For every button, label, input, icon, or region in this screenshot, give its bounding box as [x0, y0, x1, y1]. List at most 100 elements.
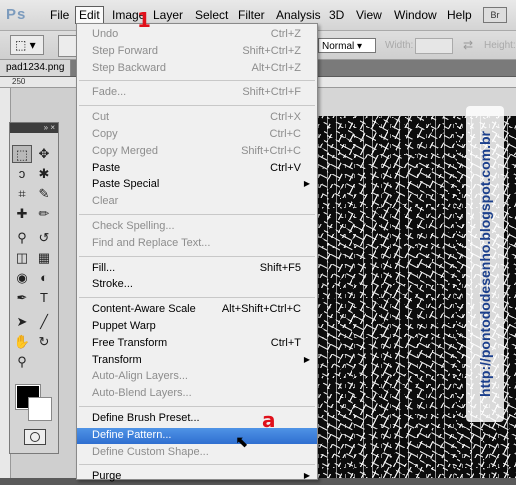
- pen-icon[interactable]: ✒: [12, 289, 32, 307]
- menu-item-copy-merged: Copy Merged Shift+Ctrl+C: [77, 144, 317, 160]
- lasso-icon[interactable]: ↄ: [12, 165, 32, 183]
- menu-item-fill[interactable]: Fill... Shift+F5: [77, 261, 317, 277]
- menu-item-shortcut: Shift+F5: [259, 261, 301, 274]
- gradient-icon[interactable]: ▦: [34, 249, 54, 267]
- menu-separator: [79, 297, 315, 299]
- quick-mask-icon[interactable]: [24, 429, 46, 445]
- menu-item-define-brush-preset[interactable]: Define Brush Preset...: [77, 411, 317, 427]
- menu-item-step-backward: Step Backward Alt+Ctrl+Z: [77, 61, 317, 77]
- menu-item-label: Fade...: [92, 86, 127, 99]
- menu-item-label: Define Brush Preset...: [92, 412, 200, 424]
- menu-item-shortcut: Alt+Ctrl+Z: [251, 61, 301, 74]
- menu-item-content-aware-scale[interactable]: Content-Aware Scale Alt+Shift+Ctrl+C: [77, 302, 317, 318]
- menu-item-label: Define Pattern...: [92, 428, 172, 441]
- blur-icon[interactable]: ◉: [12, 269, 32, 287]
- menu-item-label: Clear: [92, 195, 119, 208]
- menu-item-label: Puppet Warp: [92, 320, 156, 332]
- menu-separator: [79, 406, 315, 407]
- menu-edit[interactable]: Edit: [75, 6, 104, 24]
- menu-item-stroke[interactable]: Stroke...: [77, 277, 317, 293]
- menu-item-step-forward: Step Forward Shift+Ctrl+Z: [77, 44, 317, 60]
- menu-item-shortcut: Ctrl+X: [270, 111, 301, 124]
- menu-view[interactable]: View: [356, 8, 382, 22]
- width-field[interactable]: [415, 38, 453, 54]
- tools-panel-header[interactable]: » ×: [10, 123, 58, 133]
- menu-item-paste-special[interactable]: Paste Special ▶: [77, 177, 317, 193]
- menu-3d[interactable]: 3D: [329, 8, 344, 22]
- zoom-icon[interactable]: ⚲: [12, 353, 32, 371]
- move-icon[interactable]: ✥: [34, 145, 54, 163]
- menu-help[interactable]: Help: [447, 8, 472, 22]
- history-brush-icon[interactable]: ↺: [34, 229, 54, 247]
- menu-item-transform[interactable]: Transform ▶: [77, 353, 317, 369]
- menu-filter[interactable]: Filter: [238, 8, 265, 22]
- menu-select[interactable]: Select: [195, 8, 228, 22]
- watermark-url: http://pontododesenho.blogspot.com.br: [477, 131, 493, 397]
- menu-item-purge[interactable]: Purge ▶: [77, 469, 317, 485]
- width-label: Width:: [385, 40, 414, 51]
- ruler-number: 250: [12, 77, 26, 86]
- tool-preset-picker[interactable]: ⬚ ▾: [10, 35, 44, 55]
- menu-item-label: Free Transform: [92, 336, 168, 349]
- menu-analysis[interactable]: Analysis: [276, 8, 321, 22]
- menu-separator: [79, 255, 315, 257]
- menu-separator: [79, 105, 315, 107]
- crop-icon[interactable]: ⌗: [12, 185, 32, 203]
- magic-wand-icon[interactable]: ✱: [34, 165, 54, 183]
- menu-item-label: Step Backward: [92, 61, 166, 74]
- menu-item-label: Copy: [92, 128, 118, 140]
- menu-file[interactable]: File: [50, 8, 69, 22]
- hand-icon[interactable]: ✋: [12, 333, 32, 351]
- type-icon[interactable]: T: [34, 289, 54, 307]
- menu-item-label: Content-Aware Scale: [92, 303, 196, 316]
- menu-item-clear: Clear: [77, 194, 317, 210]
- eyedropper-icon[interactable]: ✎: [34, 185, 54, 203]
- menu-item-label: Auto-Align Layers...: [92, 370, 188, 383]
- brush-icon[interactable]: ✏: [34, 205, 54, 223]
- menu-item-free-transform[interactable]: Free Transform Ctrl+T: [77, 336, 317, 352]
- menu-item-shortcut: Ctrl+C: [269, 128, 301, 140]
- clone-stamp-icon[interactable]: ⚲: [12, 229, 32, 247]
- submenu-arrow-icon: ▶: [303, 471, 310, 481]
- selection-mode-button[interactable]: [58, 35, 78, 57]
- submenu-arrow-icon: ▶: [303, 179, 310, 189]
- menu-item-find-and-replace-text: Find and Replace Text...: [77, 236, 317, 252]
- menu-item-define-pattern[interactable]: Define Pattern...: [77, 427, 317, 444]
- menu-item-undo: Undo Ctrl+Z: [77, 27, 317, 43]
- path-selection-icon[interactable]: ➤: [12, 313, 32, 331]
- menu-item-shortcut: Shift+Ctrl+Z: [242, 44, 301, 57]
- line-icon[interactable]: ╱: [34, 313, 54, 331]
- menu-item-label: Cut: [92, 111, 110, 124]
- menu-item-label: Paste: [92, 161, 121, 174]
- menu-item-copy: Copy Ctrl+C: [77, 127, 317, 143]
- menu-item-label: Stroke...: [92, 278, 133, 291]
- submenu-arrow-icon: ▶: [303, 354, 310, 364]
- menu-item-auto-align-layers: Auto-Align Layers...: [77, 369, 317, 385]
- menu-item-label: Auto-Blend Layers...: [92, 387, 192, 400]
- menu-item-label: Fill...: [92, 261, 116, 274]
- menu-item-label: Paste Special: [92, 178, 160, 191]
- menu-separator: [79, 214, 315, 215]
- swap-icon[interactable]: ⇄: [463, 38, 473, 52]
- menu-item-define-custom-shape: Define Custom Shape...: [77, 445, 317, 461]
- edit-menu-dropdown: Undo Ctrl+Z Step Forward Shift+Ctrl+Z Step B…: [76, 23, 318, 482]
- menu-layer[interactable]: Layer: [153, 8, 183, 22]
- eraser-icon[interactable]: ◫: [12, 249, 32, 267]
- rotate-view-icon[interactable]: ↻: [34, 333, 54, 351]
- document-tab[interactable]: pad1234.png: [0, 60, 72, 76]
- blend-mode-select[interactable]: Normal ▾: [318, 38, 376, 53]
- menu-item-puppet-warp[interactable]: Puppet Warp: [77, 319, 317, 335]
- menu-separator: [79, 80, 315, 82]
- menu-window[interactable]: Window: [394, 8, 437, 22]
- annotation-step-a: a: [262, 408, 276, 432]
- menu-item-label: Purge: [92, 470, 122, 483]
- dodge-icon[interactable]: ◐: [34, 269, 54, 287]
- menu-item-shortcut: Shift+Ctrl+C: [241, 144, 301, 157]
- menu-item-paste[interactable]: Paste Ctrl+V: [77, 161, 317, 177]
- tools-panel: » × ⬚ ✥ ↄ ✱ ⌗ ✎ ✚ ✏ ⚲ ↺ ◫ ▦ ◉ ◐ ✒ T ➤ ╱ ✋ ↻ ⚲: [9, 122, 59, 454]
- healing-brush-icon[interactable]: ✚: [12, 205, 32, 223]
- annotation-step-1: 1: [137, 8, 151, 32]
- bridge-button[interactable]: Br: [483, 7, 507, 23]
- marquee-icon[interactable]: ⬚: [12, 145, 32, 163]
- background-color-swatch[interactable]: [28, 397, 52, 421]
